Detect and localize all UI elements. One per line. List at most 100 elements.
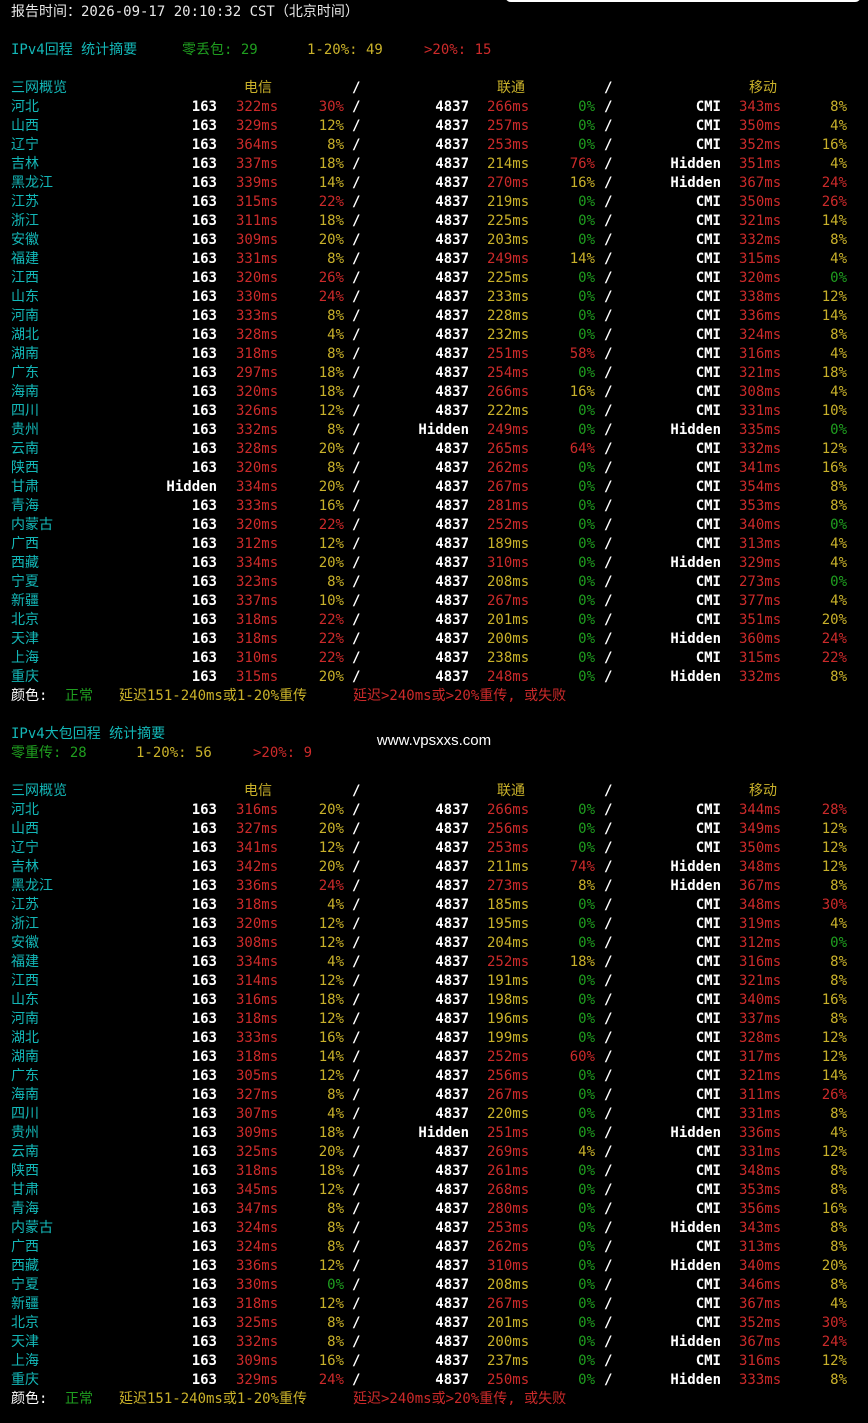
mobile-asn: CMI bbox=[695, 1011, 721, 1027]
telecom-loss: 18% bbox=[318, 992, 344, 1008]
unicom-latency: 257ms bbox=[487, 118, 530, 134]
section-title-line: IPv4大包回程 统计摘要 bbox=[0, 725, 868, 744]
telecom-latency: 320ms bbox=[236, 916, 279, 932]
table-row: 河南 163 333ms 8% / 4837 228ms 0% / CMI 336ms 14% bbox=[0, 307, 868, 326]
telecom-asn: Hidden bbox=[166, 479, 217, 495]
mobile-latency: 350ms bbox=[739, 194, 782, 210]
table-row: 天津 163 332ms 8% / 4837 200ms 0% / Hidden 367ms 24% bbox=[0, 1333, 868, 1352]
mobile-asn: CMI bbox=[695, 1296, 721, 1312]
mobile-asn: CMI bbox=[695, 118, 721, 134]
province-name: 海南 bbox=[11, 384, 39, 400]
province-name: 山东 bbox=[11, 289, 39, 305]
unicom-asn: 4837 bbox=[435, 593, 469, 609]
telecom-loss: 12% bbox=[318, 118, 344, 134]
telecom-latency: 318ms bbox=[236, 1049, 279, 1065]
unicom-asn: 4837 bbox=[435, 251, 469, 267]
mobile-loss: 12% bbox=[821, 441, 847, 457]
telecom-loss: 12% bbox=[318, 1068, 344, 1084]
province-name: 新疆 bbox=[11, 593, 39, 609]
telecom-asn: 163 bbox=[191, 631, 217, 647]
telecom-asn: 163 bbox=[191, 555, 217, 571]
mobile-asn: Hidden bbox=[670, 631, 721, 647]
mobile-loss: 0% bbox=[830, 935, 847, 951]
unicom-latency: 196ms bbox=[487, 1011, 530, 1027]
mobile-latency: 340ms bbox=[739, 1258, 782, 1274]
province-name: 湖南 bbox=[11, 1049, 39, 1065]
telecom-asn: 163 bbox=[191, 1372, 217, 1388]
table-row: 福建 163 331ms 8% / 4837 249ms 14% / CMI 315ms 4% bbox=[0, 250, 868, 269]
unicom-asn: 4837 bbox=[435, 270, 469, 286]
unicom-loss: 0% bbox=[578, 1182, 595, 1198]
province-name: 江西 bbox=[11, 270, 39, 286]
unicom-asn: 4837 bbox=[435, 175, 469, 191]
row-separator: / bbox=[604, 612, 613, 628]
row-separator: / bbox=[604, 1068, 613, 1084]
unicom-latency: 204ms bbox=[487, 935, 530, 951]
unicom-asn: 4837 bbox=[435, 384, 469, 400]
province-name: 广东 bbox=[11, 1068, 39, 1084]
telecom-asn: 163 bbox=[191, 270, 217, 286]
unicom-asn: 4837 bbox=[435, 479, 469, 495]
row-separator: / bbox=[352, 194, 361, 210]
unicom-loss: 0% bbox=[578, 1353, 595, 1369]
unicom-loss: 0% bbox=[578, 289, 595, 305]
unicom-loss: 0% bbox=[578, 327, 595, 343]
mobile-asn: CMI bbox=[695, 517, 721, 533]
row-separator: / bbox=[604, 1144, 613, 1160]
unicom-latency: 266ms bbox=[487, 802, 530, 818]
mobile-loss: 0% bbox=[830, 422, 847, 438]
unicom-loss: 0% bbox=[578, 1258, 595, 1274]
telecom-loss: 0% bbox=[327, 1277, 344, 1293]
province-name: 辽宁 bbox=[11, 137, 39, 153]
unicom-asn: 4837 bbox=[435, 992, 469, 1008]
header-unicom: 联通 bbox=[497, 783, 525, 799]
telecom-loss: 8% bbox=[327, 346, 344, 362]
table-row: 黑龙江 163 339ms 14% / 4837 270ms 16% / Hidden 367ms 2… bbox=[0, 174, 868, 193]
mobile-asn: CMI bbox=[695, 973, 721, 989]
unicom-loss: 0% bbox=[578, 118, 595, 134]
table-row: 北京 163 318ms 22% / 4837 201ms 0% / CMI 351ms 20% bbox=[0, 611, 868, 630]
telecom-asn: 163 bbox=[191, 669, 217, 685]
row-separator: / bbox=[604, 1011, 613, 1027]
row-separator: / bbox=[604, 1163, 613, 1179]
mobile-latency: 320ms bbox=[739, 270, 782, 286]
table-row: 陕西 163 318ms 18% / 4837 261ms 0% / CMI 348ms 8% bbox=[0, 1162, 868, 1181]
row-separator: / bbox=[604, 840, 613, 856]
unicom-loss: 0% bbox=[578, 232, 595, 248]
table-row: 广东 163 305ms 12% / 4837 256ms 0% / CMI 321ms 14% bbox=[0, 1067, 868, 1086]
unicom-latency: 208ms bbox=[487, 574, 530, 590]
table-row: 浙江 163 320ms 12% / 4837 195ms 0% / CMI 319ms 4% bbox=[0, 915, 868, 934]
mobile-latency: 351ms bbox=[739, 612, 782, 628]
telecom-loss: 10% bbox=[318, 593, 344, 609]
telecom-asn: 163 bbox=[191, 935, 217, 951]
table-row: 宁夏 163 323ms 8% / 4837 208ms 0% / CMI 273ms 0% bbox=[0, 573, 868, 592]
mobile-asn: Hidden bbox=[670, 1125, 721, 1141]
unicom-latency: 310ms bbox=[487, 555, 530, 571]
row-separator: / bbox=[352, 460, 361, 476]
telecom-loss: 20% bbox=[318, 479, 344, 495]
mobile-latency: 352ms bbox=[739, 137, 782, 153]
row-separator: / bbox=[604, 1125, 613, 1141]
mobile-latency: 353ms bbox=[739, 498, 782, 514]
unicom-asn: 4837 bbox=[435, 1239, 469, 1255]
unicom-latency: 266ms bbox=[487, 99, 530, 115]
province-name: 安徽 bbox=[11, 232, 39, 248]
mobile-latency: 319ms bbox=[739, 916, 782, 932]
mobile-loss: 8% bbox=[830, 498, 847, 514]
mobile-loss: 8% bbox=[830, 1106, 847, 1122]
mobile-latency: 343ms bbox=[739, 1220, 782, 1236]
mobile-latency: 332ms bbox=[739, 441, 782, 457]
mobile-latency: 332ms bbox=[739, 232, 782, 248]
telecom-asn: 163 bbox=[191, 973, 217, 989]
header-overview: 三网概览 bbox=[11, 80, 67, 96]
unicom-loss: 76% bbox=[569, 156, 595, 172]
table-row: 吉林 163 337ms 18% / 4837 214ms 76% / Hidden 351ms 4% bbox=[0, 155, 868, 174]
unicom-loss: 0% bbox=[578, 1334, 595, 1350]
scrollbar-thumb[interactable] bbox=[505, 0, 861, 2]
telecom-latency: 327ms bbox=[236, 821, 279, 837]
unicom-loss: 16% bbox=[569, 175, 595, 191]
telecom-latency: 339ms bbox=[236, 175, 279, 191]
telecom-loss: 18% bbox=[318, 1163, 344, 1179]
row-separator: / bbox=[352, 1068, 361, 1084]
mobile-loss: 0% bbox=[830, 270, 847, 286]
